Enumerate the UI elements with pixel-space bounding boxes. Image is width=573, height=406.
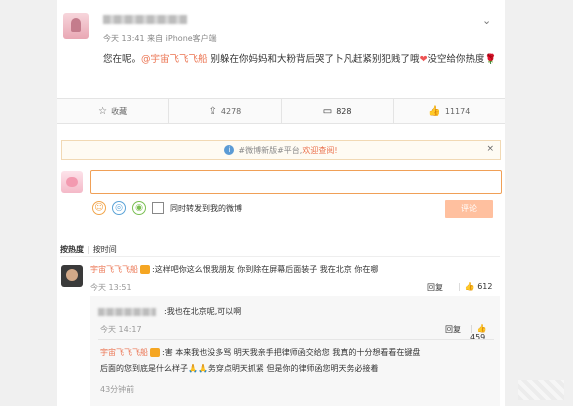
mention-link[interactable]: @宇宙飞飞飞船 — [141, 54, 208, 65]
sort-hot-tab[interactable]: 按热度 — [60, 245, 84, 254]
author-name-blurred[interactable] — [103, 15, 187, 24]
reply-body-1: :害 本来我也没多骂 明天我亲手把律师函交给您 我真的十分想看看在键盘 — [162, 348, 421, 357]
heart-icon: ❤ — [419, 54, 428, 65]
composer-tools: ☺ ◎ ◉ 同时转发到我的微博 — [92, 201, 242, 215]
post-meta: 今天 13:41 来自 iPhone客户端 — [103, 34, 217, 43]
author-avatar[interactable] — [63, 13, 89, 39]
sync-label: 同时转发到我的微博 — [170, 203, 242, 213]
repost-button[interactable]: ⇪ 4278 — [169, 99, 282, 123]
like-button[interactable]: 👍 11174 — [394, 99, 505, 123]
post-text-before: 您在呢。 — [103, 54, 142, 65]
vip-badge-icon — [150, 348, 160, 357]
reply-body-2: 后面的您到底是什么样子 — [100, 364, 188, 373]
post-text-after: 别躲在你妈妈和大粉背后哭了卜凡赶紧别犯贱了哦 — [207, 54, 420, 65]
thumbs-up-icon: 👍 — [476, 324, 487, 333]
info-icon: i — [224, 145, 235, 155]
reply-time: 43分钟前 — [100, 385, 135, 394]
repost-count: 4278 — [220, 106, 242, 116]
notice-link[interactable]: 欢迎查阅! — [302, 145, 337, 156]
vip-badge-icon — [140, 265, 150, 274]
repost-icon: ⇪ — [208, 105, 217, 117]
comment-text: 宇宙飞飞飞船 :这样吧你这么恨我朋友 你到除在屏幕后面装子 我在北京 你在哪 — [90, 264, 378, 275]
sync-checkbox[interactable] — [152, 202, 164, 214]
comment-reply-button[interactable]: 回复 — [427, 282, 443, 293]
thumbs-up-icon: 👍 — [464, 282, 475, 291]
star-icon: ☆ — [98, 105, 108, 117]
commenter-name[interactable]: 宇宙飞飞飞船 — [90, 265, 138, 274]
sort-separator: | — [87, 245, 90, 254]
reply-text: 宇宙飞飞飞船 :害 本来我也没多骂 明天我亲手把律师函交给您 我真的十分想看看在键… — [100, 345, 480, 377]
reply-text: :我也在北京呢,可以啊 — [164, 307, 242, 316]
comment-time: 今天 13:51 — [90, 283, 132, 292]
watermark-blur — [518, 380, 564, 400]
divider — [98, 339, 494, 340]
action-bar: ☆ 收藏 ⇪ 4278 ▭ 828 👍 11174 — [57, 98, 505, 124]
pray-icon: 🙏🙏 — [188, 364, 208, 373]
image-icon[interactable]: ◎ — [112, 201, 126, 215]
chevron-down-icon[interactable]: ⌄ — [482, 14, 491, 27]
notice-text: #微博新版#平台, — [238, 145, 303, 155]
reply-user-blurred[interactable] — [98, 308, 156, 316]
sort-tabs: 按热度 | 按时间 — [60, 244, 117, 255]
reply-reply-button[interactable]: 回复 — [445, 324, 461, 335]
close-icon[interactable]: × — [486, 144, 494, 154]
favorite-button[interactable]: ☆ 收藏 — [57, 99, 170, 123]
rose-icon: 🌹 — [484, 54, 497, 65]
favorite-label: 收藏 — [111, 106, 128, 116]
reply-body-3: 务穿点明天抓紧 但是你的律师函您明天务必接着 — [207, 364, 379, 373]
like-separator: | — [470, 324, 473, 333]
comment-button[interactable]: ▭ 828 — [282, 99, 394, 123]
comment-body: :这样吧你这么恨我朋友 你到除在屏幕后面装子 我在北京 你在哪 — [152, 265, 379, 274]
weibo-post-card: 今天 13:41 来自 iPhone客户端 ⌄ 您在呢。@宇宙飞飞飞船 别躲在你… — [57, 0, 505, 406]
post-text-tail: 没空给你热度 — [427, 54, 485, 65]
my-avatar — [61, 171, 83, 193]
comment-count: 828 — [336, 106, 352, 116]
commenter-avatar[interactable] — [61, 265, 83, 287]
thumbs-up-icon: 👍 — [428, 105, 441, 117]
reply-user[interactable]: 宇宙飞飞飞船 — [100, 348, 148, 357]
replies-box: :我也在北京呢,可以啊 今天 14:17 回复 | 👍 459 宇宙飞飞飞船 :害 … — [90, 296, 500, 406]
comment-like-count: 612 — [477, 282, 493, 291]
divider — [60, 256, 500, 257]
comment-like-button[interactable]: | 👍 612 — [458, 282, 493, 291]
gif-icon[interactable]: ◉ — [132, 201, 146, 215]
submit-comment-button[interactable]: 评论 — [445, 200, 493, 218]
emoji-icon[interactable]: ☺ — [92, 201, 106, 215]
notice-bar: i #微博新版#平台, 欢迎查阅! × — [61, 140, 501, 160]
reply-time: 今天 14:17 — [100, 325, 142, 334]
like-count: 11174 — [444, 106, 471, 116]
comment-icon: ▭ — [322, 105, 333, 117]
reply-like-count: 459 — [470, 333, 486, 342]
post-text: 您在呢。@宇宙飞飞飞船 别躲在你妈妈和大粉背后哭了卜凡赶紧别犯贱了哦❤没空给你热… — [103, 52, 498, 68]
like-separator: | — [458, 282, 461, 291]
comment-input[interactable] — [90, 170, 502, 194]
sort-time-tab[interactable]: 按时间 — [93, 245, 117, 254]
